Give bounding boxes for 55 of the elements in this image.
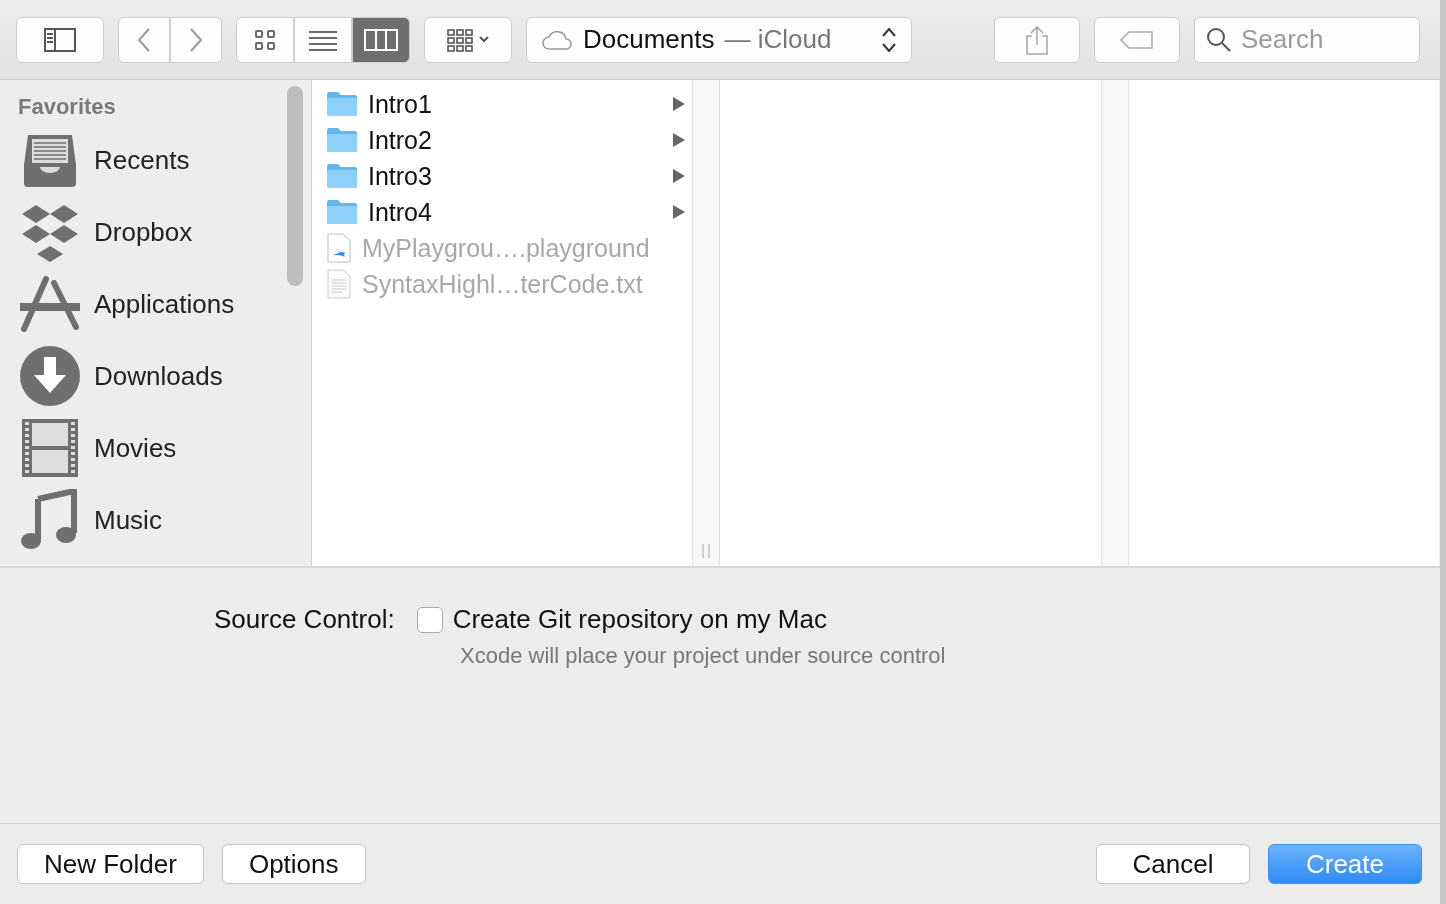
dialog-button[interactable]: Cancel xyxy=(1096,844,1250,884)
sidebar-toggle-button[interactable] xyxy=(16,16,104,63)
list-icon xyxy=(308,28,338,51)
dialog-button[interactable]: New Folder xyxy=(17,844,204,884)
app-store-icon xyxy=(18,273,82,335)
source-control-label: Source Control: xyxy=(214,604,395,635)
sidebar-item[interactable]: Dropbox xyxy=(94,216,193,248)
download-icon xyxy=(18,345,82,407)
arrange-button[interactable] xyxy=(424,16,512,63)
sidebar-item[interactable]: Recents xyxy=(94,144,190,176)
file-row[interactable]: Intro3 xyxy=(312,158,692,194)
folder-icon xyxy=(326,199,358,225)
folder-icon xyxy=(326,91,358,117)
disclosure-triangle-icon xyxy=(672,204,686,220)
sidebar-item[interactable]: Downloads xyxy=(94,360,223,392)
chevron-left-icon xyxy=(136,26,152,53)
tag-icon xyxy=(1119,29,1155,50)
column-resize-handle[interactable] xyxy=(692,80,720,566)
folder-icon xyxy=(326,163,358,189)
view-mode-button[interactable] xyxy=(352,16,410,63)
chevron-right-icon xyxy=(188,26,204,53)
up-down-chevron-icon xyxy=(881,25,897,54)
location-popup[interactable]: Documents — iCloud xyxy=(526,16,912,63)
sidebar-item[interactable]: Movies xyxy=(94,432,177,464)
share-icon xyxy=(1025,24,1049,55)
sidebar-item[interactable]: Music xyxy=(94,504,162,536)
scrollbar-thumb[interactable] xyxy=(287,86,303,286)
forward-button[interactable] xyxy=(170,16,222,63)
grid-icon xyxy=(254,28,276,51)
view-mode-button[interactable] xyxy=(294,16,352,63)
search-field[interactable]: Search xyxy=(1194,16,1420,63)
dialog-button[interactable]: Options xyxy=(221,844,366,884)
git-repository-checkbox[interactable]: Create Git repository on my Mac xyxy=(416,604,827,635)
disclosure-triangle-icon xyxy=(672,132,686,148)
text-document-icon xyxy=(326,269,352,299)
source-control-hint: Xcode will place your project under source control xyxy=(460,643,947,669)
tag-button[interactable] xyxy=(1094,16,1180,63)
sidebar-icon xyxy=(44,27,76,52)
cloud-icon xyxy=(541,28,573,51)
grid-dropdown-icon xyxy=(446,27,490,52)
grip-icon xyxy=(701,544,711,558)
search-icon xyxy=(1206,26,1232,53)
disclosure-triangle-icon xyxy=(672,168,686,184)
share-button[interactable] xyxy=(994,16,1080,63)
sidebar-heading: Favorites xyxy=(18,94,117,120)
back-button[interactable] xyxy=(118,16,170,63)
file-row[interactable]: Intro2 xyxy=(312,122,692,158)
disclosure-triangle-icon xyxy=(672,96,686,112)
columns-icon xyxy=(364,28,398,51)
sidebar-item[interactable]: Applications xyxy=(94,288,235,320)
folder-icon xyxy=(326,127,358,153)
view-mode-button[interactable] xyxy=(236,16,294,63)
file-row[interactable]: Intro4 xyxy=(312,194,692,230)
swift-document-icon xyxy=(326,233,352,263)
file-row[interactable]: Intro1 xyxy=(312,86,692,122)
